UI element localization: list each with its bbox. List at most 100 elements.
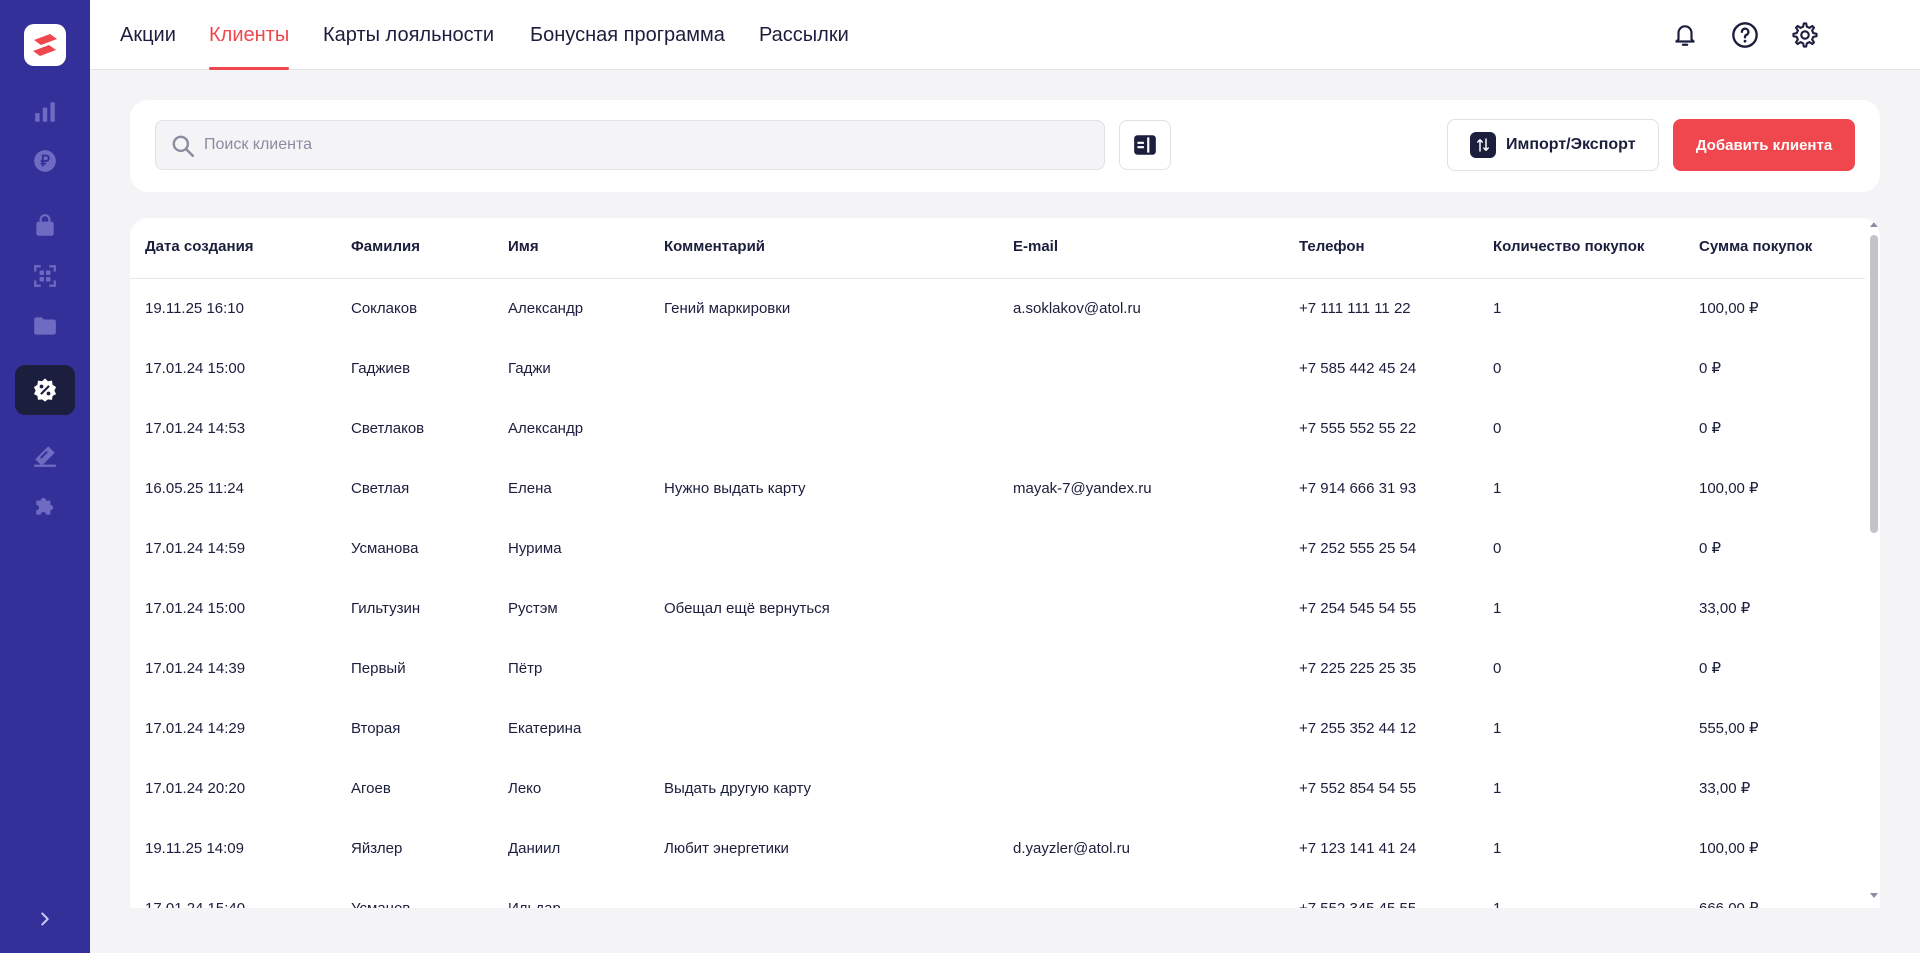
cell-purchase-sum: 33,00 ₽ [1699,600,1751,617]
cell-last-name: Гаджиев [351,360,411,377]
cell-purchase-sum: 33,00 ₽ [1699,780,1751,797]
cell-first-name: Екатерина [508,720,582,737]
add-client-button[interactable]: Добавить клиента [1673,119,1855,171]
sidebar-item-integrations[interactable] [25,486,65,526]
cell-phone: +7 225 225 25 35 [1299,660,1417,677]
sidebar-item-loyalty[interactable] [15,365,75,415]
cell-first-name: Елена [508,480,552,497]
cell-created: 17.01.24 15:00 [145,600,246,617]
cell-comment: Гений маркировки [664,300,791,317]
cell-last-name: Соклаков [351,300,418,317]
column-header-created[interactable]: Дата создания [145,218,254,279]
barcode-scan-icon [34,265,56,287]
table-row[interactable]: 17.01.24 15:00 Гильтузин Рустэм Обещал е… [130,579,1865,639]
column-header-email[interactable]: E-mail [1013,218,1058,279]
cell-phone: +7 111 111 11 22 [1299,300,1411,317]
tab-loyalty-cards[interactable]: Карты лояльности [323,0,494,70]
cell-phone: +7 123 141 41 24 [1299,840,1417,857]
tab-mailings[interactable]: Рассылки [759,0,849,70]
cell-purchase-count: 1 [1493,840,1502,857]
tab-promotions[interactable]: Акции [120,0,176,70]
cell-purchase-count: 1 [1493,300,1502,317]
ruble-icon [34,150,56,172]
sidebar-item-goods[interactable] [25,206,65,246]
cell-first-name: Рустэм [508,600,558,617]
cell-phone: +7 914 666 31 93 [1299,480,1417,497]
scrollbar-thumb[interactable] [1870,235,1878,533]
cell-created: 17.01.24 14:53 [145,420,246,437]
gear-icon [1792,22,1818,48]
sidebar-item-analytics[interactable] [25,92,65,132]
table-row[interactable]: 17.01.24 14:29 Вторая Екатерина +7 255 3… [130,699,1865,759]
table-row[interactable]: 17.01.24 15:00 Гаджиев Гаджи +7 585 442 … [130,339,1865,399]
table-scrollbar[interactable] [1867,218,1880,908]
cell-created: 19.11.25 16:10 [145,300,244,317]
help-button[interactable] [1725,15,1765,55]
marketing-icon [34,446,56,467]
top-navigation: Акции Клиенты Карты лояльности Бонусная … [90,0,1920,70]
import-export-button[interactable]: Импорт/Экспорт [1447,119,1659,171]
sidebar [0,0,90,953]
sidebar-item-marking[interactable] [25,256,65,296]
column-header-phone[interactable]: Телефон [1299,218,1365,279]
scroll-down-arrow-icon[interactable] [1870,893,1878,898]
cell-last-name: Первый [351,660,406,677]
cell-purchase-sum: 555,00 ₽ [1699,720,1759,737]
cell-purchase-sum: 100,00 ₽ [1699,840,1759,857]
swap-icon [1470,132,1496,158]
search-box [155,120,1105,170]
column-header-first-name[interactable]: Имя [508,218,539,279]
search-input[interactable] [204,121,1094,169]
sidebar-item-documents[interactable] [25,306,65,346]
table-row[interactable]: 16.05.25 11:24 Светлая Елена Нужно выдат… [130,459,1865,519]
table-row[interactable]: 19.11.25 14:09 Яйзлер Даниил Любит энерг… [130,819,1865,879]
cell-first-name: Гаджи [508,360,551,377]
cell-phone: +7 252 555 25 54 [1299,540,1417,557]
scroll-up-arrow-icon[interactable] [1870,222,1878,227]
cell-last-name: Агоев [351,780,391,797]
brand-logo[interactable] [24,24,66,66]
cell-purchase-sum: 100,00 ₽ [1699,300,1759,317]
column-settings-button[interactable] [1119,120,1171,170]
column-header-last-name[interactable]: Фамилия [351,218,420,279]
cell-created: 17.01.24 20:20 [145,780,246,797]
column-header-comment[interactable]: Комментарий [664,218,765,279]
sidebar-item-finance[interactable] [25,141,65,181]
column-header-purchase-count[interactable]: Количество покупок [1493,218,1644,279]
table-row[interactable]: 17.01.24 14:59 Усманова Нурима +7 252 55… [130,519,1865,579]
cell-purchase-sum: 100,00 ₽ [1699,480,1759,497]
cell-purchase-sum: 666,00 ₽ [1699,879,1759,908]
sidebar-collapse-button[interactable] [25,899,65,939]
column-header-purchase-sum[interactable]: Сумма покупок [1699,218,1812,279]
cell-purchase-count: 0 [1493,660,1502,677]
cell-purchase-count: 1 [1493,780,1502,797]
cell-first-name: Леко [508,780,542,797]
cell-purchase-sum: 0 ₽ [1699,420,1722,437]
cell-first-name: Ильдар [508,879,561,908]
table-row[interactable]: 19.11.25 16:10 Соклаков Александр Гений … [130,279,1865,339]
cell-last-name: Гильтузин [351,600,421,617]
table-row[interactable]: 17.01.24 15:40 Усманов Ильдар +7 552 345… [130,879,1865,908]
shopping-bag-icon [36,214,54,236]
cell-created: 17.01.24 14:59 [145,540,246,557]
cell-purchase-sum: 0 ₽ [1699,360,1722,377]
tab-clients[interactable]: Клиенты [209,0,290,70]
table-row[interactable]: 17.01.24 20:20 Агоев Леко Выдать другую … [130,759,1865,819]
table-header: Дата создания Фамилия Имя Комментарий E-… [130,218,1865,279]
cell-created: 17.01.24 14:39 [145,660,246,677]
import-export-label: Импорт/Экспорт [1506,136,1636,153]
cell-phone: +7 552 854 54 55 [1299,780,1417,797]
bar-chart-icon [35,102,55,122]
search-icon [172,135,195,158]
notifications-button[interactable] [1665,15,1705,55]
settings-button[interactable] [1785,15,1825,55]
table-row[interactable]: 17.01.24 14:39 Первый Пётр +7 225 225 25… [130,639,1865,699]
tab-bonus-program[interactable]: Бонусная программа [530,0,725,70]
cell-purchase-count: 0 [1493,540,1502,557]
sidebar-item-marketing[interactable] [25,436,65,476]
cell-first-name: Нурима [508,540,562,557]
table-row[interactable]: 17.01.24 14:53 Светлаков Александр +7 55… [130,399,1865,459]
folder-icon [34,317,56,335]
puzzle-icon [36,497,54,515]
cell-comment: Обещал ещё вернуться [664,600,830,617]
